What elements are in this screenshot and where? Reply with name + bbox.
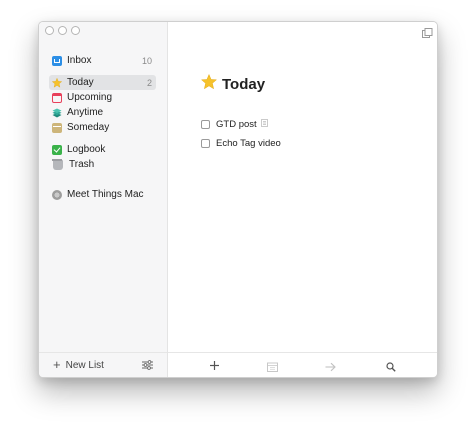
sidebar-item-trash[interactable]: Trash	[49, 157, 156, 172]
sidebar-item-label: Someday	[67, 122, 110, 133]
inbox-tray-icon	[52, 55, 62, 66]
sidebar-item-someday[interactable]: Someday	[49, 120, 156, 135]
item-count: 2	[146, 77, 152, 88]
project-circle-icon	[52, 189, 62, 200]
trash-icon	[52, 158, 63, 170]
logbook-check-icon	[52, 144, 62, 155]
zoom-window-button[interactable]	[71, 26, 80, 35]
page-title-text: Today	[222, 75, 266, 93]
sidebar-item-label: Anytime	[67, 107, 104, 118]
task-title: GTD post	[216, 119, 257, 130]
things-window: Inbox 10 Today 2 Upcoming Anytime Someda…	[38, 21, 438, 378]
task-item[interactable]: GTD post	[201, 119, 268, 130]
search-icon[interactable]	[386, 359, 396, 377]
layers-icon	[52, 108, 62, 118]
star-icon	[51, 77, 63, 88]
sidebar-item-inbox[interactable]: Inbox 10	[49, 53, 156, 68]
calendar-icon[interactable]	[267, 359, 278, 377]
task-checkbox[interactable]	[201, 120, 210, 129]
sidebar-item-label: Meet Things Mac	[67, 189, 144, 200]
archive-box-icon	[52, 122, 62, 133]
bottom-toolbar	[168, 352, 437, 377]
sidebar-item-label: Today	[67, 77, 94, 88]
task-item[interactable]: Echo Tag video	[201, 138, 281, 149]
full-screen-icon[interactable]	[422, 25, 433, 43]
sidebar-item-label: Logbook	[67, 144, 106, 155]
sidebar: Inbox 10 Today 2 Upcoming Anytime Someda…	[39, 22, 168, 377]
star-icon	[200, 73, 218, 94]
move-arrow-icon[interactable]	[325, 359, 336, 377]
sidebar-item-upcoming[interactable]: Upcoming	[49, 90, 156, 105]
sliders-settings-icon[interactable]	[142, 360, 153, 373]
sidebar-footer: + New List	[39, 352, 167, 377]
page-title: Today	[200, 73, 266, 94]
sidebar-item-label: Trash	[69, 159, 95, 170]
calendar-icon	[52, 92, 62, 103]
sidebar-item-today[interactable]: Today 2	[49, 75, 156, 90]
close-window-button[interactable]	[45, 26, 54, 35]
item-count: 10	[141, 55, 152, 66]
new-list-label: New List	[65, 359, 104, 371]
sidebar-item-meet-things-mac[interactable]: Meet Things Mac	[49, 187, 156, 202]
sidebar-item-anytime[interactable]: Anytime	[49, 105, 156, 120]
sidebar-item-label: Upcoming	[67, 92, 113, 103]
plus-icon: +	[53, 357, 61, 372]
main-panel: Today GTD post Echo Tag video	[168, 22, 437, 377]
sidebar-item-logbook[interactable]: Logbook	[49, 142, 156, 157]
task-title: Echo Tag video	[216, 138, 281, 149]
new-list-button[interactable]: + New List	[53, 357, 104, 372]
sidebar-item-label: Inbox	[67, 55, 92, 66]
notes-icon	[260, 119, 268, 130]
minimize-window-button[interactable]	[58, 26, 67, 35]
task-checkbox[interactable]	[201, 139, 210, 148]
add-icon[interactable]	[209, 358, 220, 376]
